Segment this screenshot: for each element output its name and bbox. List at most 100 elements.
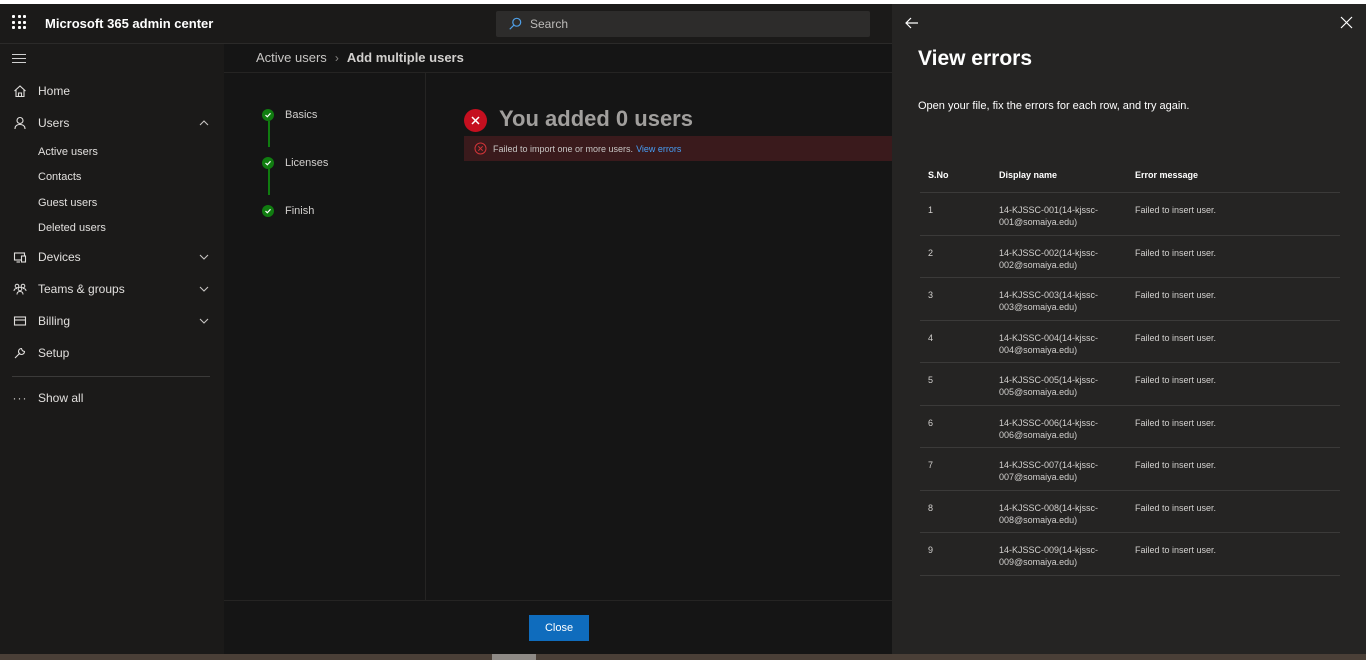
sidebar-item-setup[interactable]: Setup: [0, 339, 224, 367]
sidebar-subitem-guest-users[interactable]: Guest users: [38, 197, 97, 209]
sidebar-item-label: Setup: [38, 346, 70, 360]
sidebar-item-users[interactable]: Users: [0, 109, 224, 137]
error-text: Failed to import one or more users.: [493, 143, 634, 154]
sidebar-item-show-all[interactable]: ··· Show all: [0, 384, 224, 412]
sidebar-item-devices[interactable]: Devices: [0, 243, 224, 271]
hamburger-menu-icon[interactable]: [12, 54, 26, 64]
column-header-sno: S.No: [928, 170, 949, 180]
app-title[interactable]: Microsoft 365 admin center: [45, 16, 213, 31]
horizontal-scrollbar[interactable]: [0, 654, 1366, 660]
sidebar-item-billing[interactable]: Billing: [0, 307, 224, 335]
main-content: Active users › Add multiple users Basics…: [224, 44, 892, 654]
people-icon: [12, 281, 28, 297]
step-connector: [268, 121, 270, 147]
column-header-error-message: Error message: [1135, 170, 1199, 180]
search-box[interactable]: [496, 11, 870, 37]
sidebar-item-label: Teams & groups: [38, 282, 125, 296]
cell-display-name: 14-KJSSC-008(14-kjssc-008@somaiya.edu): [999, 502, 1099, 525]
person-icon: [12, 115, 28, 131]
divider: [425, 73, 426, 601]
error-icon: [464, 109, 487, 132]
step-licenses: Licenses: [262, 157, 328, 169]
scrollbar-thumb[interactable]: [492, 654, 536, 660]
sidebar-item-label: Devices: [38, 250, 81, 264]
breadcrumb-active-users[interactable]: Active users: [256, 50, 327, 65]
cell-error-message: Failed to insert user.: [1135, 247, 1217, 258]
cell-display-name: 14-KJSSC-005(14-kjssc-005@somaiya.edu): [999, 375, 1099, 397]
cell-error-message: Failed to insert user.: [1135, 205, 1217, 215]
sidebar-item-label: Users: [38, 116, 70, 130]
sidebar-item-label: Show all: [38, 391, 84, 405]
app-launcher-icon[interactable]: [12, 15, 26, 29]
sidebar-item-label: Home: [38, 84, 71, 98]
search-icon: [509, 17, 522, 30]
cell-display-name: 14-KJSSC-001(14-kjssc-001@somaiya.edu): [999, 205, 1099, 227]
search-input[interactable]: [530, 17, 830, 31]
cell-sno: 4: [928, 332, 934, 343]
error-message-bar: Failed to import one or more users. View…: [464, 136, 892, 161]
errors-table: S.No Display name Error message 1 14-KJSS…: [920, 160, 1340, 576]
app-root: Microsoft 365 admin center Home Users Ac…: [0, 0, 1366, 660]
cell-sno: 8: [928, 502, 934, 513]
devices-icon: [12, 249, 28, 265]
cell-display-name: 14-KJSSC-002(14-kjssc-002@somaiya.edu): [999, 247, 1099, 270]
panel-title: View errors: [918, 47, 1033, 70]
sidebar-item-home[interactable]: Home: [0, 77, 224, 105]
cell-sno: 3: [928, 290, 934, 300]
step-label: Finish: [285, 205, 315, 217]
cell-sno: 9: [928, 545, 934, 555]
step-label: Licenses: [285, 157, 329, 169]
divider: [224, 72, 892, 73]
cell-error-message: Failed to insert user.: [1135, 502, 1217, 513]
table-row: 2 14-KJSSC-002(14-kjssc-002@somaiya.edu) F…: [920, 236, 1340, 278]
sidebar-subitem-active-users[interactable]: Active users: [38, 146, 98, 158]
sidebar-divider: [12, 376, 210, 377]
checkmark-icon: [262, 157, 274, 169]
top-bar: Microsoft 365 admin center: [0, 4, 892, 44]
chevron-right-icon: ›: [334, 50, 339, 65]
sidebar-subitem-contacts[interactable]: Contacts: [38, 171, 81, 183]
table-header: S.No Display name Error message: [920, 160, 1340, 193]
table-row: 4 14-KJSSC-004(14-kjssc-004@somaiya.edu) F…: [920, 321, 1340, 363]
step-basics: Basics: [262, 109, 317, 121]
step-label: Basics: [285, 109, 318, 121]
cell-error-message: Failed to insert user.: [1135, 290, 1217, 300]
table-row: 3 14-KJSSC-003(14-kjssc-003@somaiya.edu) F…: [920, 278, 1340, 321]
close-icon[interactable]: [1340, 16, 1353, 29]
cell-error-message: Failed to insert user.: [1135, 417, 1217, 428]
close-button[interactable]: Close: [529, 615, 589, 641]
chevron-up-icon[interactable]: [198, 117, 210, 129]
cell-sno: 6: [928, 417, 934, 428]
sidebar-subitem-deleted-users[interactable]: Deleted users: [38, 222, 106, 234]
sidebar: Home Users Active users Contacts Guest u…: [0, 44, 224, 654]
table-row: 7 14-KJSSC-007(14-kjssc-007@somaiya.edu) F…: [920, 448, 1340, 491]
checkmark-icon: [262, 109, 274, 121]
cell-sno: 7: [928, 460, 934, 470]
divider: [224, 600, 892, 601]
step-finish: Finish: [262, 205, 314, 217]
panel-description: Open your file, fix the errors for each …: [918, 100, 1190, 112]
more-icon: ···: [12, 391, 28, 405]
cell-error-message: Failed to insert user.: [1135, 375, 1217, 385]
error-circle-icon: [474, 142, 487, 155]
chevron-down-icon[interactable]: [198, 251, 210, 263]
cell-display-name: 14-KJSSC-006(14-kjssc-006@somaiya.edu): [999, 417, 1099, 440]
chevron-down-icon[interactable]: [198, 283, 210, 295]
cell-display-name: 14-KJSSC-004(14-kjssc-004@somaiya.edu): [999, 332, 1099, 355]
cell-error-message: Failed to insert user.: [1135, 460, 1217, 470]
view-errors-link[interactable]: View errors: [636, 144, 681, 154]
table-body: 1 14-KJSSC-001(14-kjssc-001@somaiya.edu) F…: [920, 193, 1340, 576]
view-errors-panel: View errors Open your file, fix the erro…: [892, 4, 1366, 654]
cell-sno: 5: [928, 375, 934, 385]
chevron-down-icon[interactable]: [198, 315, 210, 327]
cell-display-name: 14-KJSSC-007(14-kjssc-007@somaiya.edu): [999, 460, 1099, 482]
cell-display-name: 14-KJSSC-009(14-kjssc-009@somaiya.edu): [999, 545, 1099, 567]
cell-display-name: 14-KJSSC-003(14-kjssc-003@somaiya.edu): [999, 290, 1099, 312]
cell-sno: 2: [928, 247, 934, 258]
cell-error-message: Failed to insert user.: [1135, 332, 1217, 343]
back-arrow-icon[interactable]: [904, 15, 920, 31]
billing-icon: [12, 313, 28, 329]
cell-error-message: Failed to insert user.: [1135, 545, 1217, 555]
sidebar-item-teams-groups[interactable]: Teams & groups: [0, 275, 224, 303]
table-row: 8 14-KJSSC-008(14-kjssc-008@somaiya.edu) F…: [920, 491, 1340, 533]
